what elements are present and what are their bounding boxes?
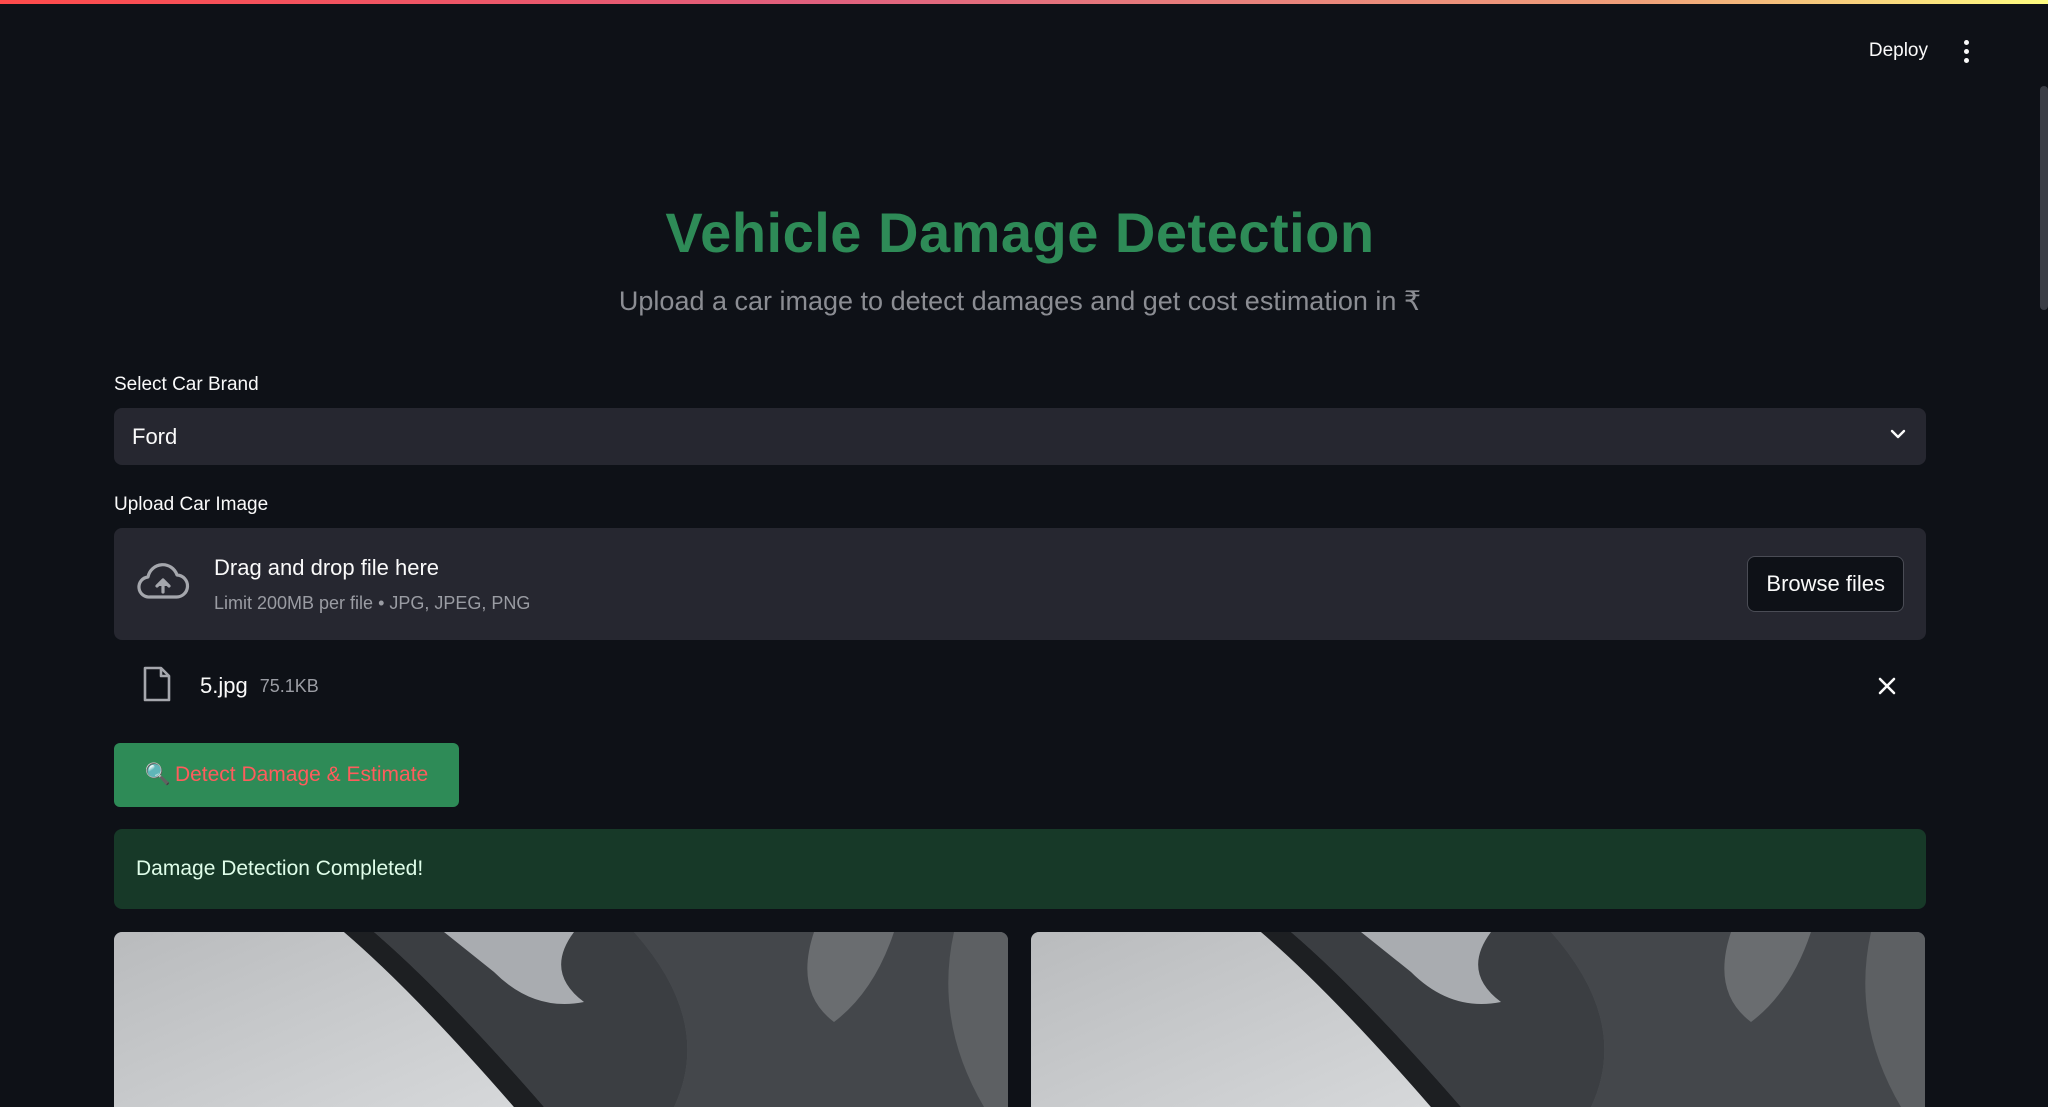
scrollbar[interactable]	[2040, 86, 2048, 310]
page-title: Vehicle Damage Detection	[665, 201, 1375, 264]
upload-label: Upload Car Image	[114, 494, 269, 515]
original-car-image	[114, 932, 1008, 1107]
uploaded-file-size: 75.1KB	[259, 675, 319, 696]
brand-select-label: Select Car Brand	[114, 374, 259, 395]
kebab-menu-icon[interactable]	[1956, 36, 1976, 66]
detected-car-image	[1031, 932, 1925, 1107]
uploaded-file-item: 5.jpg 75.1KB	[114, 660, 1926, 712]
app-header: Deploy	[1869, 36, 1976, 66]
close-icon[interactable]	[1876, 675, 1898, 697]
success-alert: Damage Detection Completed!	[114, 829, 1926, 909]
page-subtitle: Upload a car image to detect damages and…	[618, 286, 1422, 316]
browse-files-button[interactable]: Browse files	[1747, 556, 1904, 612]
success-message: Damage Detection Completed!	[136, 857, 424, 880]
detect-damage-button[interactable]: 🔍 Detect Damage & Estimate	[114, 743, 459, 807]
uploaded-file-name: 5.jpg	[200, 673, 248, 698]
dropzone-limit: Limit 200MB per file • JPG, JPEG, PNG	[214, 592, 531, 613]
dropzone-instructions: Drag and drop file here Limit 200MB per …	[214, 555, 1747, 614]
file-dropzone[interactable]: Drag and drop file here Limit 200MB per …	[114, 528, 1926, 640]
chevron-down-icon	[1888, 424, 1908, 449]
magnifier-emoji-icon: 🔍	[144, 763, 171, 786]
brand-select-value: Ford	[132, 423, 178, 449]
top-decoration-bar	[0, 0, 2048, 4]
cloud-upload-icon	[136, 561, 190, 608]
deploy-button[interactable]: Deploy	[1869, 40, 1928, 62]
detect-damage-label: Detect Damage & Estimate	[174, 763, 429, 786]
dropzone-title: Drag and drop file here	[214, 554, 440, 580]
file-icon	[142, 666, 172, 707]
brand-select[interactable]: Ford	[114, 408, 1926, 465]
